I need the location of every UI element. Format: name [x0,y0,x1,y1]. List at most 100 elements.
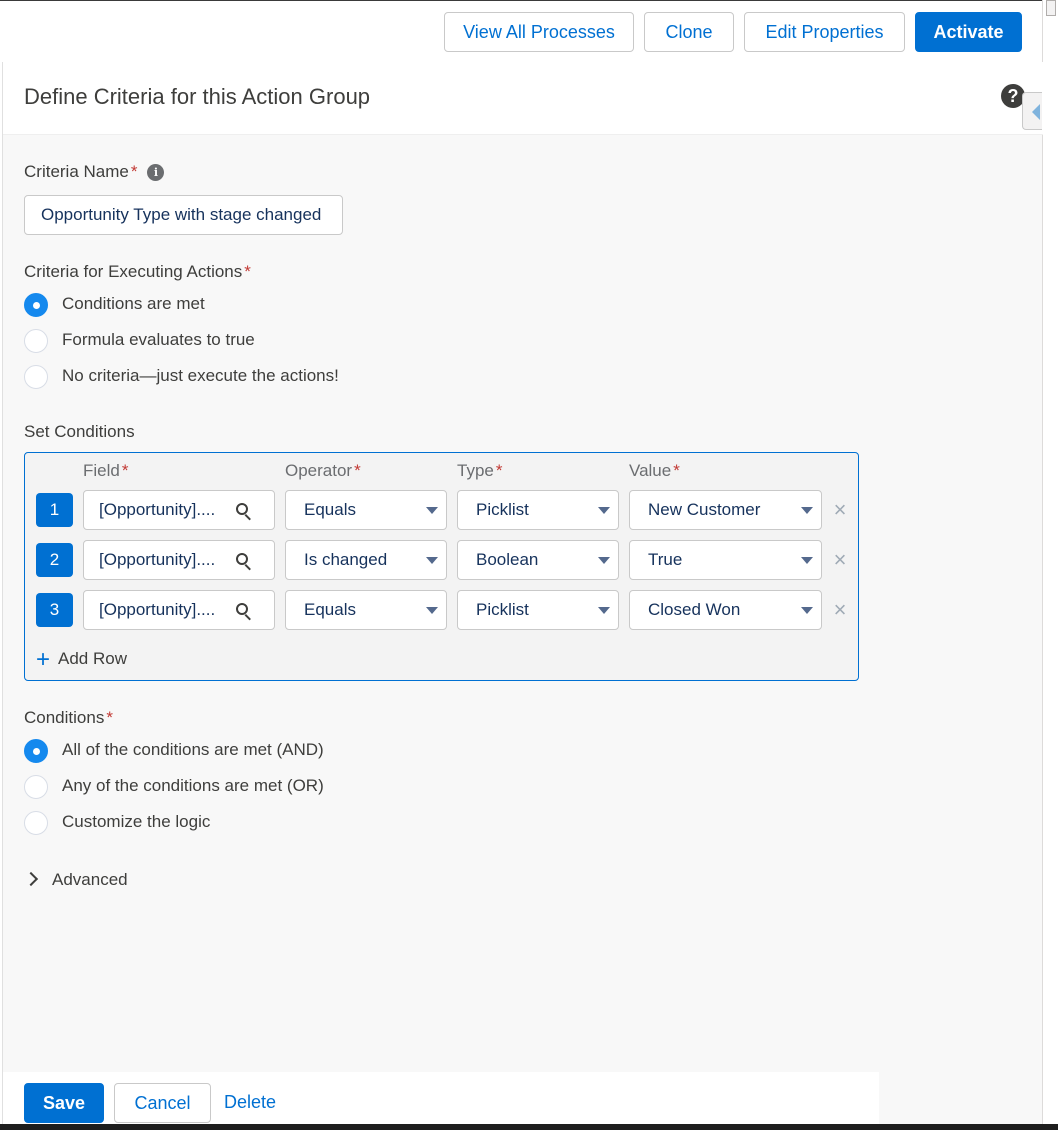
clone-button[interactable]: Clone [644,12,734,52]
select-value: Picklist [476,600,529,619]
field-value: [Opportunity].... [99,550,216,569]
operator-column-header: Operator * [285,461,361,481]
cancel-button[interactable]: Cancel [114,1083,211,1123]
value-column-header: Value * [629,461,680,481]
toolbar: View All Processes Clone Edit Properties… [0,0,1058,62]
chevron-down-icon [426,557,438,564]
radio-label: Customize the logic [62,812,211,831]
chevron-down-icon [426,507,438,514]
chevron-down-icon [801,557,813,564]
select-value: New Customer [648,500,761,519]
chevron-down-icon [801,507,813,514]
search-icon[interactable] [236,603,252,621]
required-marker: * [106,708,113,727]
field-value: [Opportunity].... [99,500,216,519]
save-button[interactable]: Save [24,1083,104,1123]
scrollbar-thumb[interactable] [1046,0,1056,16]
field-column-header: Field * [83,461,128,481]
required-marker: * [130,162,138,181]
plus-icon: + [36,646,51,674]
field-lookup-2[interactable]: [Opportunity].... [83,540,275,580]
radio-label: No criteria—just execute the actions! [62,366,339,385]
search-icon[interactable] [236,553,252,571]
radio-button[interactable] [24,329,48,353]
chevron-right-icon [23,871,39,887]
select-value: Equals [304,500,356,519]
executing-actions-label: Criteria for Executing Actions * [24,262,251,282]
field-lookup-3[interactable]: [Opportunity].... [83,590,275,630]
advanced-label: Advanced [52,870,128,889]
set-conditions-label: Set Conditions [24,422,135,441]
executing-actions-label-text: Criteria for Executing Actions [24,262,243,281]
chevron-down-icon [598,607,610,614]
header-text: Value [629,461,672,480]
edit-properties-button[interactable]: Edit Properties [744,12,905,52]
criteria-name-label: Criteria Name * i [24,162,165,182]
remove-row-icon[interactable]: × [831,599,849,621]
radio-label: Conditions are met [62,294,205,313]
panel-header: Define Criteria for this Action Group ? [3,62,1043,135]
field-lookup-1[interactable]: [Opportunity].... [83,490,275,530]
row-number-2: 2 [36,543,73,577]
criteria-name-label-text: Criteria Name [24,162,129,181]
chevron-down-icon [801,607,813,614]
right-scrollbar-track [1042,0,1058,1130]
search-icon[interactable] [236,503,252,521]
required-marker: * [244,262,251,281]
type-select-1[interactable]: Picklist [457,490,619,530]
select-value: Picklist [476,500,529,519]
select-value: True [648,550,683,569]
view-all-processes-button[interactable]: View All Processes [444,12,634,52]
criteria-name-input[interactable]: Opportunity Type with stage changed [24,195,343,235]
select-value: Boolean [476,550,539,569]
chevron-down-icon [598,507,610,514]
value-select-3[interactable]: Closed Won [629,590,822,630]
remove-row-icon[interactable]: × [831,499,849,521]
radio-label: Formula evaluates to true [62,330,255,349]
radio-button[interactable] [24,293,48,317]
type-column-header: Type * [457,461,502,481]
conditions-label-text: Conditions [24,708,105,727]
radio-button[interactable] [24,739,48,763]
collapse-panel-tab[interactable] [1022,92,1042,130]
field-value: [Opportunity].... [99,600,216,619]
criteria-panel: Define Criteria for this Action Group ? … [2,62,1043,1124]
bottom-edge [0,1124,1058,1130]
select-value: Equals [304,600,356,619]
radio-button[interactable] [24,775,48,799]
activate-button[interactable]: Activate [915,12,1022,52]
operator-select-2[interactable]: Is changed [285,540,447,580]
select-value: Closed Won [648,600,741,619]
required-marker: * [673,461,680,480]
value-select-1[interactable]: New Customer [629,490,822,530]
radio-label: All of the conditions are met (AND) [62,740,324,759]
delete-button[interactable]: Delete [217,1083,283,1123]
type-select-2[interactable]: Boolean [457,540,619,580]
add-row-label: Add Row [58,649,127,668]
type-select-3[interactable]: Picklist [457,590,619,630]
required-marker: * [121,461,129,480]
chevron-left-icon [1032,104,1040,120]
row-number-1: 1 [36,493,73,527]
conditions-table: Field * Operator * Type * Value * 1 [Opportu… [24,452,859,681]
value-select-2[interactable]: True [629,540,822,580]
remove-row-icon[interactable]: × [831,549,849,571]
header-text: Field [83,461,120,480]
required-marker: * [354,461,361,480]
operator-select-1[interactable]: Equals [285,490,447,530]
info-icon[interactable]: i [147,164,165,182]
radio-button[interactable] [24,811,48,835]
panel-footer: Save Cancel Delete [3,1072,879,1124]
conditions-label: Conditions * [24,708,113,728]
panel-title: Define Criteria for this Action Group [24,84,371,109]
add-row-button[interactable]: + Add Row [36,648,127,672]
chevron-down-icon [426,607,438,614]
header-text: Type [457,461,494,480]
operator-select-3[interactable]: Equals [285,590,447,630]
radio-label: Any of the conditions are met (OR) [62,776,324,795]
chevron-down-icon [598,557,610,564]
select-value: Is changed [304,550,388,569]
row-number-3: 3 [36,593,73,627]
radio-button[interactable] [24,365,48,389]
advanced-section-toggle[interactable]: Advanced [23,870,128,890]
